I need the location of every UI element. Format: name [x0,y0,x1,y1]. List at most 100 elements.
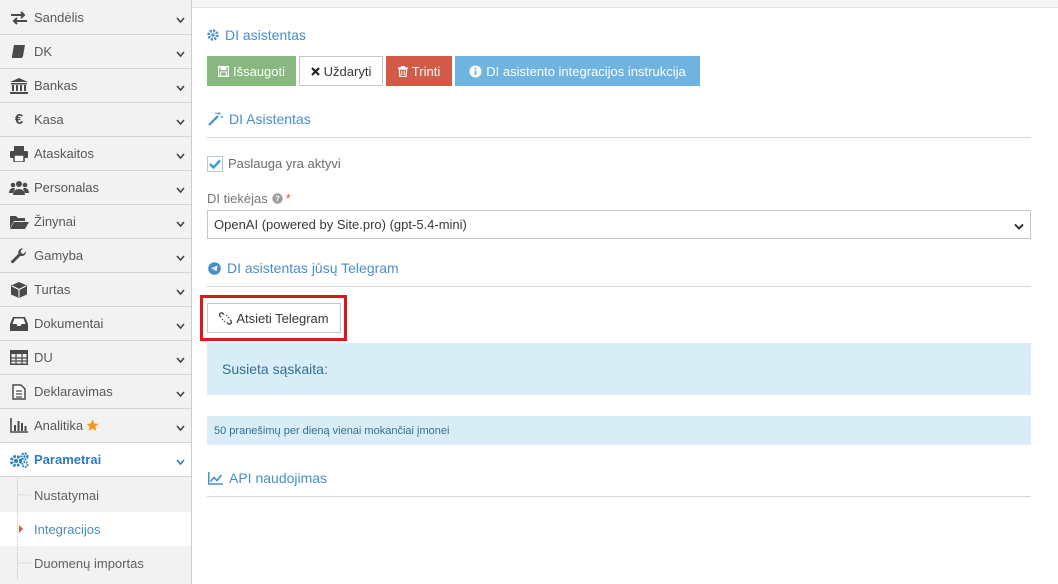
message-limit-text: 50 pranešimų per dieną vienai mokančiai … [214,424,450,437]
gear-icon [207,29,219,41]
sidebar: Sandėlis DK Bankas € Kasa Ataskaitos Per… [0,0,192,584]
sidebar-item-analitika[interactable]: Analitika [0,409,191,443]
table-icon [9,350,29,366]
file-text-icon [9,383,29,400]
provider-label-text: DI tiekėjas [207,191,268,206]
sidebar-item-du[interactable]: DU [0,341,191,375]
chevron-down-icon [176,80,185,95]
sidebar-item-sandelis[interactable]: Sandėlis [0,1,191,35]
chevron-down-icon [176,454,185,469]
chevron-down-icon [176,148,185,163]
sidebar-subitem-duomenu-importas[interactable]: Duomenų importas [0,546,191,580]
sidebar-item-label: Deklaravimas [34,384,113,399]
users-icon [9,180,29,196]
info-circle-icon [469,65,482,78]
instructions-button-label: DI asistento integracijos instrukcija [486,63,686,79]
sidebar-item-dokumentai[interactable]: Dokumentai [0,307,191,341]
section-title-text: DI asistentas jūsų Telegram [227,260,399,276]
section-title-text: API naudojimas [229,470,328,486]
divider [207,286,1031,287]
message-limit-note: 50 pranešimų per dieną vienai mokančiai … [207,416,1031,445]
sidebar-subitem-label: Duomenų importas [34,555,144,571]
sidebar-item-kasa[interactable]: € Kasa [0,103,191,137]
sidebar-item-turtas[interactable]: Turtas [0,273,191,307]
sidebar-item-label: Sandėlis [34,10,84,25]
magic-wand-icon [208,112,223,126]
star-icon [86,419,99,432]
tree-line [17,546,31,580]
close-button[interactable]: Uždaryti [299,56,383,86]
wrench-icon [9,247,29,264]
sidebar-item-zinynai[interactable]: Žinynai [0,205,191,239]
unlink-telegram-label: Atsieti Telegram [236,310,329,326]
floppy-icon [217,65,229,77]
chevron-down-icon [176,250,185,265]
close-button-label: Uždaryti [323,63,372,79]
sidebar-item-label: Gamyba [34,248,84,263]
section-title-telegram: DI asistentas jūsų Telegram [208,260,399,276]
save-button-label: Išsaugoti [232,63,286,79]
sidebar-subitem-label: Nustatymai [34,487,100,503]
chevron-down-icon [176,114,185,129]
euro-icon: € [14,111,24,128]
linked-account-alert: Susieta sąskaita: [207,343,1031,395]
cube-icon [9,281,29,298]
chevron-down-icon [176,182,185,197]
page-title: DI asistentas [207,27,306,43]
tree-line [17,478,31,512]
sidebar-item-ataskaitos[interactable]: Ataskaitos [0,137,191,171]
sidebar-item-label: DK [34,44,53,59]
chevron-down-icon [176,216,185,231]
sidebar-item-label: Analitika [34,418,84,433]
provider-label: DI tiekėjas ? * [207,191,291,206]
save-button[interactable]: Išsaugoti [207,56,296,86]
help-icon[interactable]: ? [272,193,283,204]
sidebar-item-deklaravimas[interactable]: Deklaravimas [0,375,191,409]
close-icon [310,66,320,76]
bar-chart-icon [9,418,29,434]
chevron-down-icon [176,284,185,299]
chevron-down-icon [176,318,185,333]
sidebar-item-personalas[interactable]: Personalas [0,171,191,205]
sidebar-item-dk[interactable]: DK [0,35,191,69]
sidebar-item-label: Bankas [34,78,78,93]
folder-open-icon [9,214,29,230]
line-chart-icon [208,471,223,485]
sidebar-item-label: Parametrai [34,452,102,467]
bank-icon [9,77,29,94]
chevron-down-icon [1014,219,1024,234]
cogs-icon [9,451,29,468]
service-active-checkbox[interactable] [207,156,223,172]
instructions-button[interactable]: DI asistento integracijos instrukcija [455,56,700,86]
sidebar-item-gamyba[interactable]: Gamyba [0,239,191,273]
sidebar-item-label: Turtas [34,282,71,297]
unlink-telegram-button[interactable]: Atsieti Telegram [207,303,341,333]
section-title-text: DI Asistentas [229,111,311,127]
provider-select[interactable]: OpenAI (powered by Site.pro) (gpt-5.4-mi… [207,210,1031,239]
top-strip [192,0,1058,8]
sidebar-item-label: Kasa [34,112,64,127]
delete-button[interactable]: Trinti [386,56,452,86]
sidebar-item-bankas[interactable]: Bankas [0,69,191,103]
sidebar-item-label: Personalas [34,180,100,195]
delete-button-label: Trinti [411,63,441,79]
page-title-text: DI asistentas [225,27,306,43]
sidebar-subitem-integracijos[interactable]: Integracijos [0,512,191,546]
sidebar-item-parametrai[interactable]: Parametrai [0,443,191,477]
linked-account-label: Susieta sąskaita: [222,361,328,377]
book-icon [9,44,29,60]
chevron-down-icon [176,12,185,27]
divider [207,137,1031,138]
trash-icon [397,65,408,77]
required-marker: * [285,191,291,206]
section-title-api: API naudojimas [208,470,327,486]
svg-text:?: ? [275,195,280,204]
section-title-assistant: DI Asistentas [208,111,311,127]
service-active-label: Paslauga yra aktyvi [228,156,341,171]
telegram-icon [208,261,221,275]
unlink-icon [219,311,233,325]
sidebar-subitem-nustatymai[interactable]: Nustatymai [0,478,191,512]
checkmark-icon [209,159,221,169]
chevron-down-icon [176,46,185,61]
inbox-icon [9,316,29,332]
